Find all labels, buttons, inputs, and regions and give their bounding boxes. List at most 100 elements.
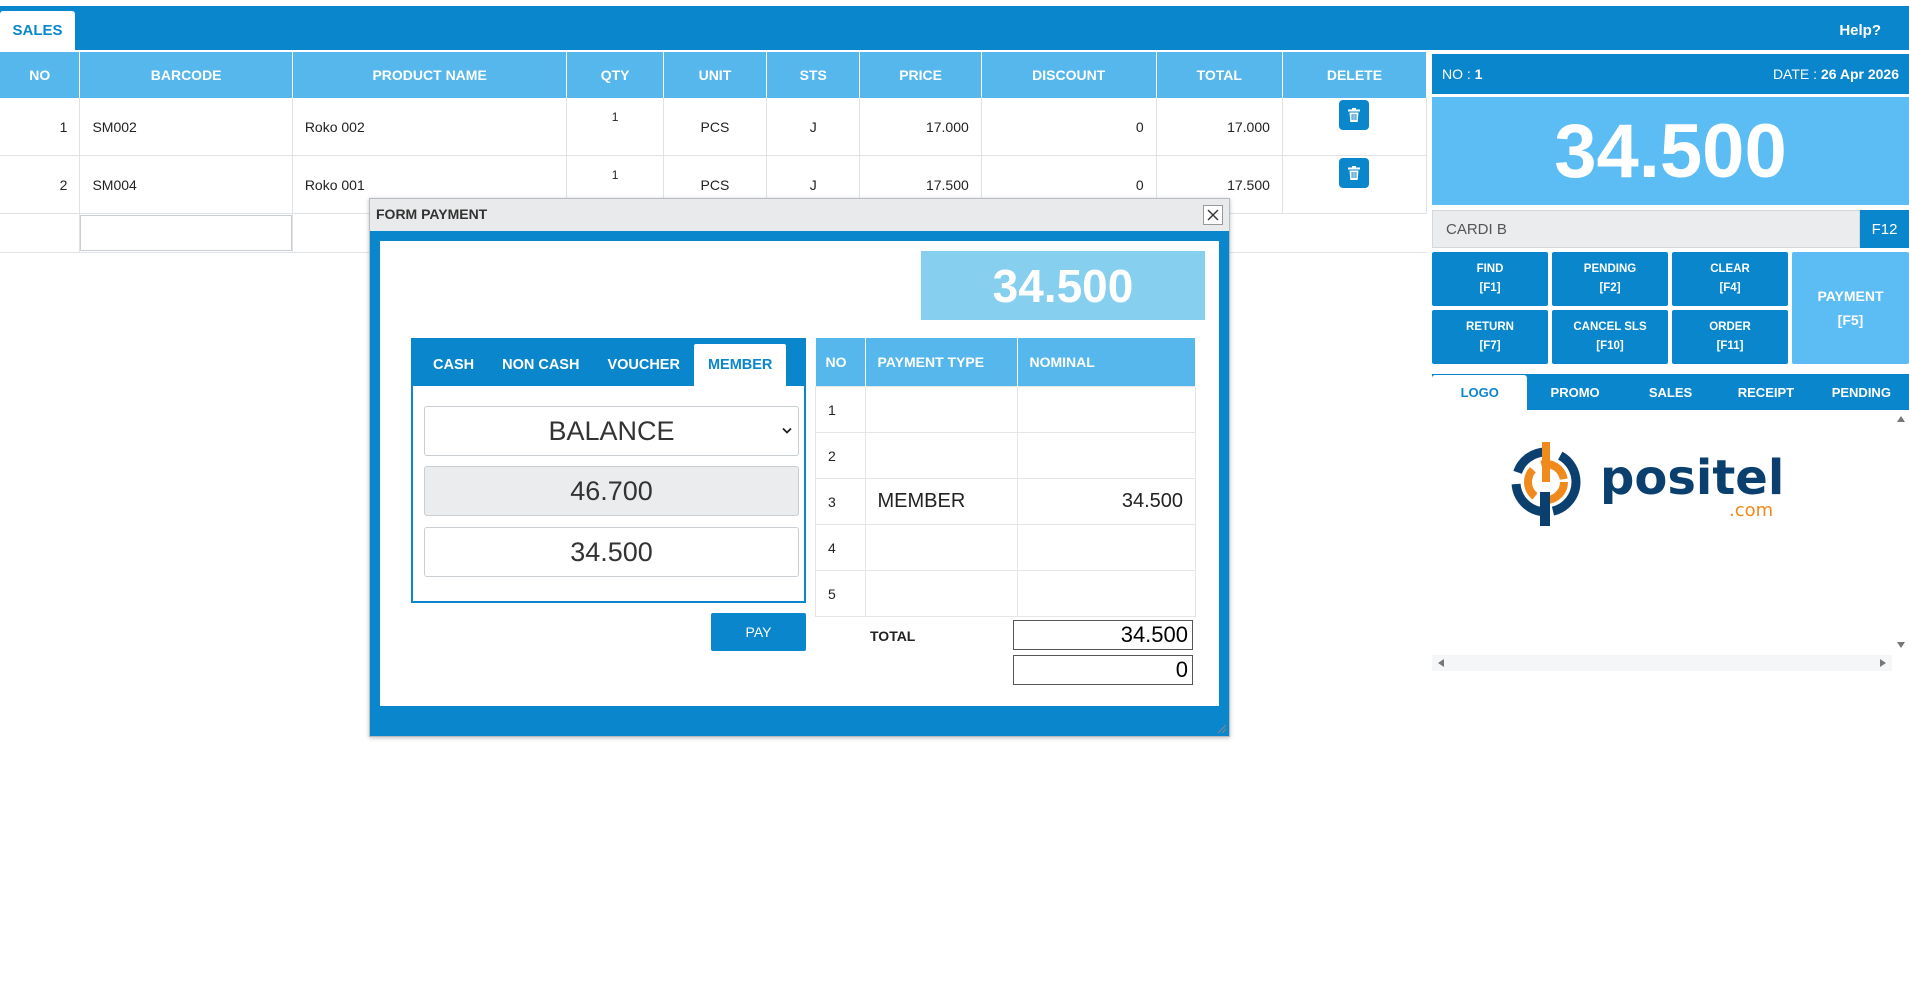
balance-select[interactable]: BALANCE: [424, 406, 799, 456]
row-total: 17.000: [1156, 98, 1283, 156]
pay-row-type: [864, 524, 1018, 571]
table-row[interactable]: 4: [815, 524, 1196, 571]
pay-row-no: 1: [815, 386, 866, 433]
scroll-up-icon[interactable]: [1897, 416, 1905, 422]
barcode-input[interactable]: [80, 215, 292, 251]
logo-text: positel: [1600, 450, 1784, 506]
payment-tabs: CASH NON CASH VOUCHER MEMBER: [413, 340, 804, 386]
col-qty: QTY: [566, 52, 664, 98]
delete-button[interactable]: [1339, 100, 1370, 130]
row-unit: PCS: [663, 98, 768, 156]
tab-pending[interactable]: PENDING: [1814, 374, 1909, 410]
trash-icon: [1348, 108, 1361, 122]
table-row[interactable]: 2: [815, 432, 1196, 479]
pay-row-no: 3: [815, 478, 866, 525]
trash-icon: [1348, 166, 1361, 180]
cancel-sales-button[interactable]: CANCEL SLS [F10]: [1552, 310, 1668, 364]
pay-row-nominal: [1016, 432, 1196, 479]
order-label: ORDER: [1709, 321, 1751, 333]
pay-row-type: [864, 570, 1018, 617]
chevron-down-icon: [782, 427, 792, 434]
barcode-entry-cell: [79, 213, 293, 253]
payment-dialog: FORM PAYMENT 34.500 CASH NON CASH VOUCHE…: [369, 198, 1230, 737]
col-unit: UNIT: [663, 52, 768, 98]
order-button[interactable]: ORDER [F11]: [1672, 310, 1788, 364]
tab-voucher[interactable]: VOUCHER: [593, 344, 694, 386]
horizontal-scrollbar[interactable]: [1432, 655, 1892, 671]
balance-select-value: BALANCE: [548, 415, 675, 446]
clear-label: CLEAR: [1710, 263, 1750, 275]
payment-total-label: TOTAL: [870, 628, 916, 644]
transaction-info-bar: NO : 1 DATE : 26 Apr 2026: [1432, 54, 1909, 94]
payment-label: PAYMENT: [1817, 288, 1884, 304]
col-sts: STS: [766, 52, 861, 98]
grand-total-display: 34.500: [1432, 97, 1909, 205]
right-tabs: LOGO PROMO SALES RECEIPT PENDING: [1432, 374, 1909, 410]
find-label: FIND: [1476, 263, 1504, 275]
tab-promo[interactable]: PROMO: [1527, 374, 1622, 410]
help-link[interactable]: Help?: [1839, 22, 1881, 39]
row-no: 1: [0, 98, 81, 156]
resize-grip-icon[interactable]: [1217, 724, 1227, 734]
pay-button[interactable]: PAY: [711, 613, 806, 651]
table-row[interactable]: 1 SM002 Roko 002 1 PCS J 17.000 0 17.000: [0, 98, 1428, 156]
dialog-content: 34.500 CASH NON CASH VOUCHER MEMBER BALA…: [380, 241, 1219, 706]
cancel-key: [F10]: [1596, 340, 1624, 352]
row-sts: J: [766, 98, 861, 156]
pending-button[interactable]: PENDING [F2]: [1552, 252, 1668, 306]
logo-suffix: .com: [1729, 500, 1773, 521]
sales-table-header: NO BARCODE PRODUCT NAME QTY UNIT STS PRI…: [0, 52, 1428, 98]
payment-list-table: NO PAYMENT TYPE NOMINAL 1 2 3 MEMBER 34.…: [815, 338, 1196, 617]
table-row[interactable]: 3 MEMBER 34.500: [815, 478, 1196, 525]
tab-cash[interactable]: CASH: [419, 344, 488, 386]
pay-row-nominal: [1016, 524, 1196, 571]
row-delete-cell: [1282, 98, 1428, 156]
pay-row-nominal: [1016, 570, 1196, 617]
tab-receipt[interactable]: RECEIPT: [1718, 374, 1813, 410]
col-no: NO: [0, 52, 81, 98]
payment-table-header: NO PAYMENT TYPE NOMINAL: [815, 338, 1196, 387]
row-qty[interactable]: 1: [566, 98, 664, 156]
order-key: [F11]: [1716, 340, 1744, 352]
tab-non-cash[interactable]: NON CASH: [488, 344, 593, 386]
tab-sales[interactable]: SALES: [0, 11, 75, 50]
entry-no-cell: [0, 213, 81, 253]
tab-logo[interactable]: LOGO: [1432, 375, 1528, 410]
pay-row-type: [864, 432, 1018, 479]
payment-key: [F5]: [1837, 312, 1864, 328]
row-price: 17.000: [859, 98, 982, 156]
col-barcode: BARCODE: [79, 52, 293, 98]
return-button[interactable]: RETURN [F7]: [1432, 310, 1548, 364]
row-delete-cell: [1282, 155, 1428, 214]
tab-member[interactable]: MEMBER: [693, 344, 787, 386]
tab-sales-list[interactable]: SALES: [1623, 374, 1718, 410]
member-balance-field: 46.700: [424, 466, 799, 516]
clear-key: [F4]: [1719, 282, 1741, 294]
row-barcode: SM004: [79, 155, 293, 214]
payment-button[interactable]: PAYMENT [F5]: [1792, 252, 1909, 364]
positel-logo: positel .com: [1511, 442, 1784, 526]
table-row[interactable]: 5: [815, 570, 1196, 617]
member-amount-input[interactable]: 34.500: [424, 527, 799, 577]
customer-f12-button[interactable]: F12: [1860, 210, 1909, 248]
customer-field[interactable]: CARDI B: [1432, 210, 1860, 248]
payment-change-field: 0: [1013, 655, 1193, 685]
col-payment-type: PAYMENT TYPE: [865, 338, 1018, 387]
scroll-left-icon[interactable]: [1438, 659, 1444, 667]
top-bar: [0, 6, 1909, 50]
return-key: [F7]: [1479, 340, 1501, 352]
close-button[interactable]: [1203, 205, 1223, 225]
find-button[interactable]: FIND [F1]: [1432, 252, 1548, 306]
payment-total-display: 34.500: [921, 251, 1205, 320]
pending-label: PENDING: [1583, 263, 1637, 275]
close-icon: [1207, 209, 1219, 221]
transaction-date: DATE : 26 Apr 2026: [1772, 66, 1899, 82]
table-row[interactable]: 1: [815, 386, 1196, 433]
scroll-down-icon[interactable]: [1897, 642, 1905, 648]
delete-button[interactable]: [1339, 158, 1370, 188]
scroll-right-icon[interactable]: [1880, 659, 1886, 667]
logo-panel: positel .com: [1432, 410, 1909, 672]
payment-total-field: 34.500: [1013, 620, 1193, 650]
col-discount: DISCOUNT: [981, 52, 1157, 98]
clear-button[interactable]: CLEAR [F4]: [1672, 252, 1788, 306]
